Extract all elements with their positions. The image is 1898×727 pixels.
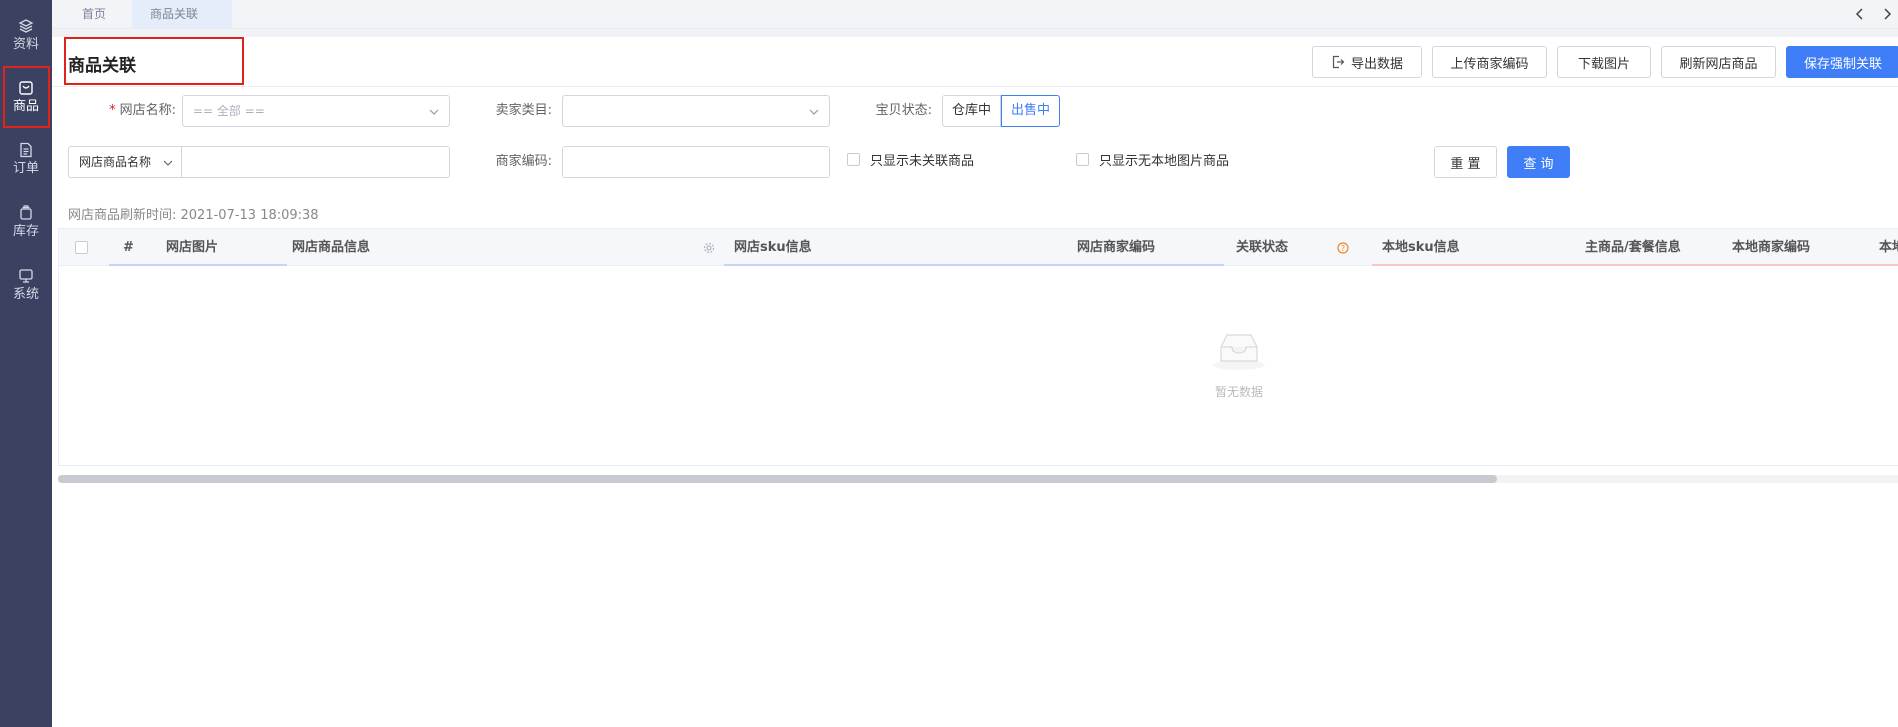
save-force-link-button[interactable]: 保存强制关联: [1786, 46, 1898, 78]
column-shop-image: 网店图片: [166, 240, 219, 255]
tab-next-button[interactable]: [1878, 5, 1896, 23]
only-no-local-image-label: 只显示无本地图片商品: [1099, 153, 1230, 169]
query-button[interactable]: 查 询: [1507, 146, 1570, 178]
upload-merchant-code-button[interactable]: 上传商家编码: [1432, 46, 1547, 78]
shop-name-placeholder: == 全部 ==: [193, 104, 265, 118]
export-data-label: 导出数据: [1350, 56, 1403, 72]
stack-icon: [20, 204, 32, 220]
chevron-down-icon: [429, 109, 439, 115]
chevron-down-icon: [163, 160, 173, 166]
product-link-table: # 网店图片 网店商品信息 网店sku信息 网店商家编码 关联状态 ? 本地sk…: [58, 228, 1898, 466]
tab-bar: 首页 商品关联: [52, 0, 1898, 29]
scrollbar-thumb[interactable]: [58, 475, 1497, 483]
chevron-right-icon: [1884, 8, 1892, 20]
empty-inbox-icon: [1213, 334, 1265, 370]
page-title: 商品关联: [68, 56, 136, 76]
sidebar-item-xitong[interactable]: 系统: [0, 254, 52, 316]
checkbox-box: [1076, 152, 1089, 166]
only-unlinked-label: 只显示未关联商品: [870, 153, 975, 169]
empty-state: 暂无数据: [1184, 329, 1294, 400]
column-main-goods-package: 主商品/套餐信息: [1585, 240, 1681, 255]
tab-home[interactable]: 首页: [64, 0, 124, 29]
status-option-warehouse[interactable]: 仓库中: [942, 95, 1002, 127]
required-mark: *: [109, 103, 116, 118]
shop-name-label: * 网店名称:: [96, 95, 176, 127]
document-icon: [20, 142, 32, 157]
tab-product-link[interactable]: 商品关联: [132, 0, 232, 29]
column-local-more: 本地: [1879, 240, 1898, 255]
empty-state-text: 暂无数据: [1214, 385, 1263, 399]
chevron-left-icon: [1855, 8, 1863, 20]
bag-icon: [19, 80, 33, 95]
download-images-button[interactable]: 下载图片: [1557, 46, 1651, 78]
shop-name-label-text: 网店名称:: [119, 103, 176, 118]
search-keyword-input[interactable]: [181, 146, 450, 178]
monitor-icon: [19, 268, 33, 283]
merchant-code-label: 商家编码:: [495, 154, 552, 169]
sidebar-item-label: 商品: [12, 98, 39, 114]
sidebar-item-label: 库存: [12, 223, 39, 239]
shop-name-select[interactable]: == 全部 ==: [182, 95, 450, 127]
gear-icon[interactable]: [703, 242, 715, 254]
title-divider: [52, 86, 1898, 87]
sidebar: 资料 商品 订单 库存 系统: [0, 0, 52, 727]
checkbox-box: [847, 152, 860, 166]
export-data-button[interactable]: 导出数据: [1312, 46, 1422, 78]
select-all-checkbox[interactable]: [75, 241, 88, 254]
seller-category-select[interactable]: [562, 95, 830, 127]
column-shop-sku-info: 网店sku信息: [734, 240, 812, 255]
column-link-status: 关联状态: [1236, 240, 1289, 255]
horizontal-scrollbar[interactable]: [58, 475, 1898, 483]
only-no-local-image-checkbox[interactable]: 只显示无本地图片商品: [1076, 150, 1230, 169]
column-shop-merchant-code: 网店商家编码: [1077, 240, 1156, 255]
svg-text:?: ?: [1341, 244, 1345, 253]
only-unlinked-checkbox[interactable]: 只显示未关联商品: [847, 150, 975, 169]
header-accent-line: [109, 264, 287, 266]
column-local-sku-info: 本地sku信息: [1382, 240, 1460, 255]
sidebar-item-kucun[interactable]: 库存: [0, 191, 52, 253]
tab-prev-button[interactable]: [1851, 5, 1869, 23]
table-header: # 网店图片 网店商品信息 网店sku信息 网店商家编码 关联状态 ? 本地sk…: [59, 229, 1898, 266]
refresh-shop-goods-button[interactable]: 刷新网店商品: [1661, 46, 1776, 78]
sidebar-item-label: 资料: [12, 36, 39, 52]
content-top-gap: [52, 29, 1898, 37]
header-accent-line: [1372, 264, 1898, 266]
chevron-down-icon: [809, 109, 819, 115]
refresh-time-text: 网店商品刷新时间: 2021-07-13 18:09:38: [68, 208, 319, 223]
sidebar-item-shangpin[interactable]: 商品: [0, 66, 52, 128]
seller-category-label: 卖家类目:: [495, 103, 552, 118]
item-status-label: 宝贝状态:: [875, 103, 932, 118]
main-content: 商品关联 导出数据 上传商家编码 下载图片 刷新网店商品 保存强制关联 * 网店名…: [52, 29, 1898, 727]
column-index: #: [123, 240, 134, 255]
layers-icon: [18, 18, 34, 33]
header-accent-line: [724, 264, 1224, 266]
merchant-code-input[interactable]: [562, 146, 830, 178]
reset-button[interactable]: 重 置: [1434, 146, 1497, 178]
status-option-onsale[interactable]: 出售中: [1001, 95, 1061, 127]
sidebar-item-ziliao[interactable]: 资料: [0, 4, 52, 66]
search-field-select[interactable]: 网店商品名称: [68, 146, 182, 178]
sidebar-item-label: 系统: [12, 286, 39, 302]
search-field-select-value: 网店商品名称: [79, 155, 152, 169]
app-root: 资料 商品 订单 库存 系统 首页 商品关联 商品关联 导出数据 上传商家编码 …: [0, 0, 1898, 727]
sidebar-item-label: 订单: [12, 160, 39, 176]
sidebar-item-dingdan[interactable]: 订单: [0, 128, 52, 190]
export-icon: [1332, 55, 1345, 69]
column-local-merchant-code: 本地商家编码: [1732, 240, 1811, 255]
column-shop-goods-info: 网店商品信息: [292, 240, 371, 255]
help-icon[interactable]: ?: [1337, 242, 1349, 254]
